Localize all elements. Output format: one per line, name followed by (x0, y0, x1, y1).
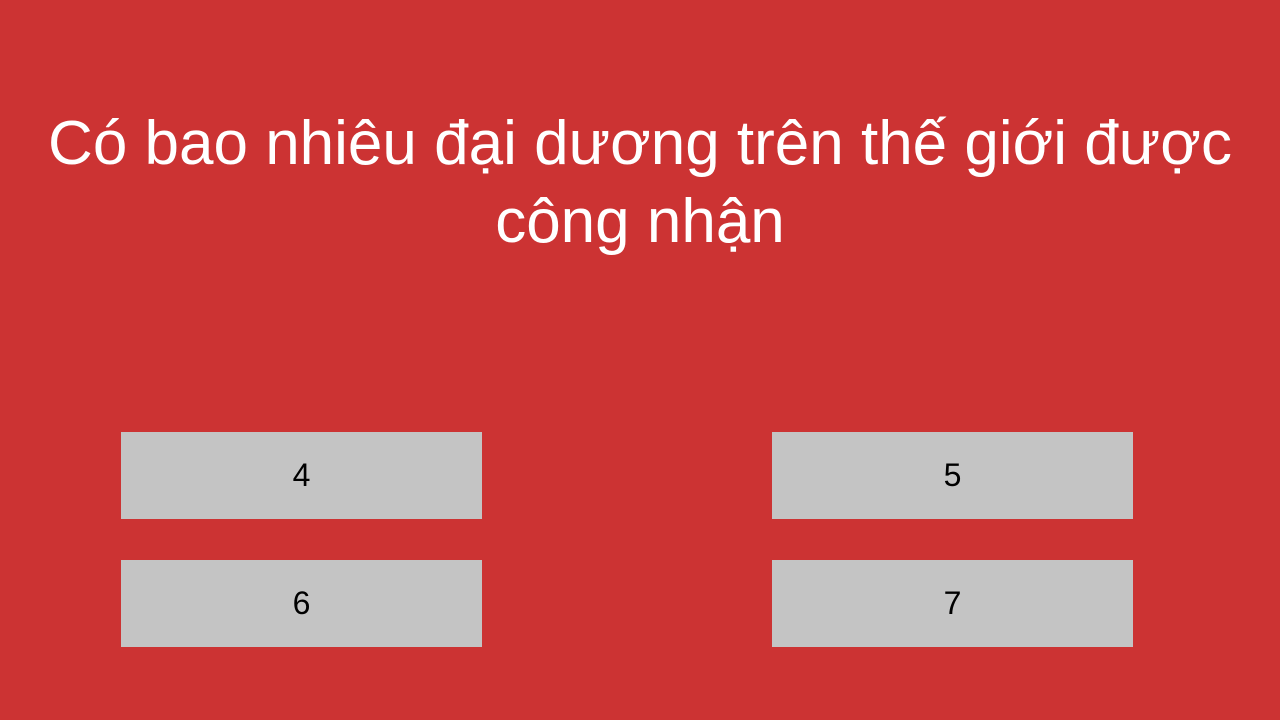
answer-label: 7 (943, 585, 962, 621)
answer-button-4[interactable]: 7 (772, 560, 1133, 647)
answer-button-1[interactable]: 4 (121, 432, 482, 519)
answer-button-3[interactable]: 6 (121, 560, 482, 647)
question-text: Có bao nhiêu đại dương trên thế giới đượ… (48, 109, 1232, 256)
answer-label: 4 (292, 457, 311, 493)
answer-button-2[interactable]: 5 (772, 432, 1133, 519)
answer-label: 6 (292, 585, 311, 621)
answer-label: 5 (943, 457, 962, 493)
